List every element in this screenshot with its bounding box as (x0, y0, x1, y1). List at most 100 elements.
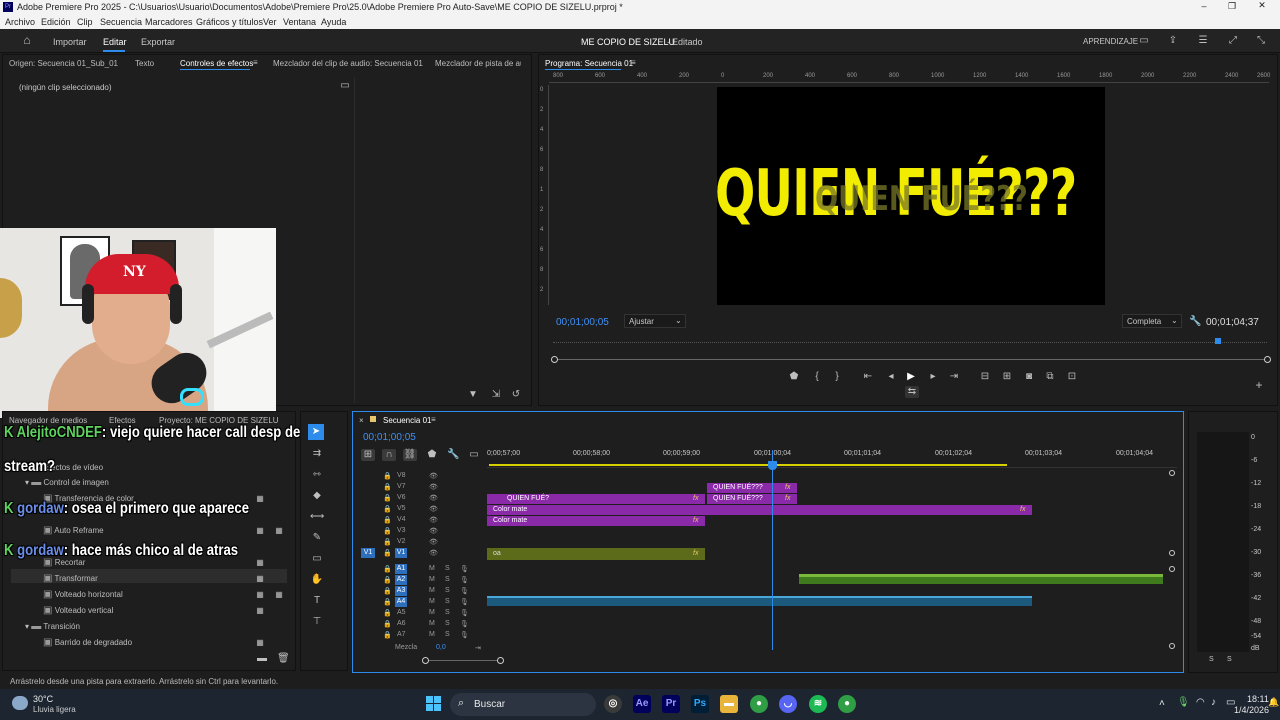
mute-m[interactable]: M (429, 631, 435, 638)
type-tool-icon[interactable]: T (310, 595, 324, 607)
zoom-handle-right[interactable] (1264, 356, 1271, 363)
mic-tray-icon[interactable]: 🎙 (1177, 697, 1190, 709)
tab-origen[interactable]: Origen: Secuencia 01_Sub_01 (9, 59, 118, 68)
expand-icon[interactable]: ⤡ (1254, 35, 1268, 47)
lock-icon[interactable]: 🔒 (383, 565, 392, 573)
menu-ventana[interactable]: Ventana (283, 17, 316, 27)
menu-archivo[interactable]: Archivo (5, 17, 35, 27)
camera-icon[interactable]: ◙ (1023, 371, 1035, 383)
play-icon[interactable]: ▶ (905, 371, 917, 383)
lock-icon[interactable]: 🔒 (383, 587, 392, 595)
track-a7[interactable]: A7 (397, 631, 406, 638)
weather-icon[interactable] (12, 696, 28, 710)
nest-icon[interactable]: ⊞ (361, 449, 375, 461)
menu-ver[interactable]: Ver (263, 17, 277, 27)
track-a6[interactable]: A6 (397, 620, 406, 627)
tab-controles-efectos[interactable]: Controles de efectos (180, 59, 253, 68)
track-a1[interactable]: A1 (395, 564, 407, 574)
tree-item[interactable]: ▣ Volteado vertical (43, 605, 113, 617)
proxy-toggle-icon[interactable]: ⇆ (905, 386, 919, 398)
solo-s[interactable]: S (445, 576, 450, 583)
clip-v6b[interactable]: QUIEN FUÉ??? fx (707, 494, 797, 504)
lock-icon[interactable]: 🔒 (383, 576, 392, 584)
hand-icon[interactable]: ✋ (310, 574, 324, 586)
lock-icon[interactable]: 🔒 (383, 516, 392, 524)
eye-icon[interactable]: 👁 (429, 494, 438, 502)
new-folder-icon[interactable]: ▬ (256, 653, 268, 665)
mute-m[interactable]: M (429, 565, 435, 572)
go-to-in-icon[interactable]: ⇤ (862, 371, 874, 383)
spotify-icon[interactable]: ≋ (809, 695, 827, 713)
go-to-out-icon[interactable]: ⇥ (948, 371, 960, 383)
slip-icon[interactable]: ⟷ (310, 511, 324, 523)
lock-icon[interactable]: 🔒 (383, 598, 392, 606)
eye-icon[interactable]: 👁 (429, 472, 438, 480)
mute-m[interactable]: M (429, 620, 435, 627)
eye-icon[interactable]: 👁 (429, 516, 438, 524)
linked-selection-icon[interactable]: ⛓ (403, 449, 417, 461)
export-icon[interactable]: ⇲ (490, 389, 502, 401)
mic-icon[interactable]: 🎙 (460, 620, 469, 628)
a-scroll-top[interactable] (1169, 566, 1175, 572)
weather-temp[interactable]: 30°C (33, 694, 53, 704)
timeline-menu-icon[interactable]: ≡ (431, 415, 436, 424)
timeline-ruler[interactable]: 0;00;57;00 00;00;58;00 00;00;59;00 00;01… (487, 448, 1177, 468)
timeline-timecode[interactable]: 00;01;00;05 (363, 432, 416, 443)
copilot-icon[interactable]: ◎ (604, 695, 622, 713)
mark-in-icon[interactable]: { (811, 371, 823, 383)
lock-icon[interactable]: 🔒 (383, 620, 392, 628)
track-v3[interactable]: V3 (397, 527, 406, 534)
tab-importar[interactable]: Importar (53, 37, 87, 47)
volume-icon[interactable]: ♪ (1211, 697, 1223, 709)
solo-s[interactable]: S (445, 631, 450, 638)
snap-icon[interactable]: ∩ (382, 449, 396, 461)
program-frame[interactable]: QUIEN FUÉ??? QUIEN FUÉ??? (717, 87, 1105, 305)
panel-icon[interactable]: ▭ (1137, 35, 1151, 47)
solo-s[interactable]: S (445, 587, 450, 594)
captions-icon[interactable]: ▭ (468, 449, 480, 461)
track-v4[interactable]: V4 (397, 516, 406, 523)
pen-icon[interactable]: ✎ (310, 532, 324, 544)
track-v1[interactable]: V1 (395, 548, 407, 558)
menu-clip[interactable]: Clip (77, 17, 93, 27)
mic-icon[interactable]: 🎙 (460, 598, 469, 606)
clip-v7[interactable]: QUIEN FUÉ??? fx (707, 483, 797, 493)
mute-m[interactable]: M (429, 598, 435, 605)
audio-clip-a2[interactable] (799, 574, 1163, 584)
lock-icon[interactable]: 🔒 (383, 505, 392, 513)
windows-start-icon[interactable] (426, 696, 442, 712)
track-v7[interactable]: V7 (397, 483, 406, 490)
solo-s[interactable]: S (445, 620, 450, 627)
add-marker-icon[interactable]: ⬟ (426, 449, 438, 461)
lock-icon[interactable]: 🔒 (383, 549, 392, 557)
audio-clip-a4[interactable] (487, 596, 1032, 606)
zoom-bar[interactable] (553, 359, 1267, 360)
clip-v1[interactable]: oa fx (487, 548, 705, 560)
rectangle-icon[interactable]: ▭ (310, 553, 324, 565)
selection-tool-icon[interactable]: ➤ (308, 424, 324, 440)
filter-icon[interactable]: ▼ (467, 389, 479, 401)
step-forward-icon[interactable]: ▸ (927, 371, 939, 383)
extract-icon[interactable]: ⊞ (1001, 371, 1013, 383)
lock-icon[interactable]: 🔒 (383, 527, 392, 535)
caption-tool-icon[interactable]: ⊤ (310, 616, 324, 628)
lock-icon[interactable]: 🔒 (383, 538, 392, 546)
tab-mezclador-pista[interactable]: Mezclador de pista de audio (435, 59, 521, 68)
maximize-icon[interactable]: ❐ (1226, 1, 1238, 12)
solo-s[interactable]: S (445, 565, 450, 572)
mute-m[interactable]: M (429, 576, 435, 583)
menu-secuencia[interactable]: Secuencia (100, 17, 142, 27)
tab-editar[interactable]: Editar (103, 37, 127, 47)
step-back-icon[interactable]: ◂ (885, 371, 897, 383)
mute-m[interactable]: M (429, 587, 435, 594)
clip-v4[interactable]: Color mate fx (487, 516, 705, 526)
track-v6[interactable]: V6 (397, 494, 406, 501)
zoom-handle-left[interactable] (551, 356, 558, 363)
eye-icon[interactable]: 👁 (429, 483, 438, 491)
scrubber-playhead[interactable] (1215, 338, 1221, 344)
solo-right[interactable]: S (1227, 656, 1232, 663)
weather-desc[interactable]: Lluvia ligera (33, 705, 76, 714)
track-v2[interactable]: V2 (397, 538, 406, 545)
h-zoom-right[interactable] (497, 657, 504, 664)
clip-v6a[interactable]: QUIEN FUÉ? fx (487, 494, 705, 504)
